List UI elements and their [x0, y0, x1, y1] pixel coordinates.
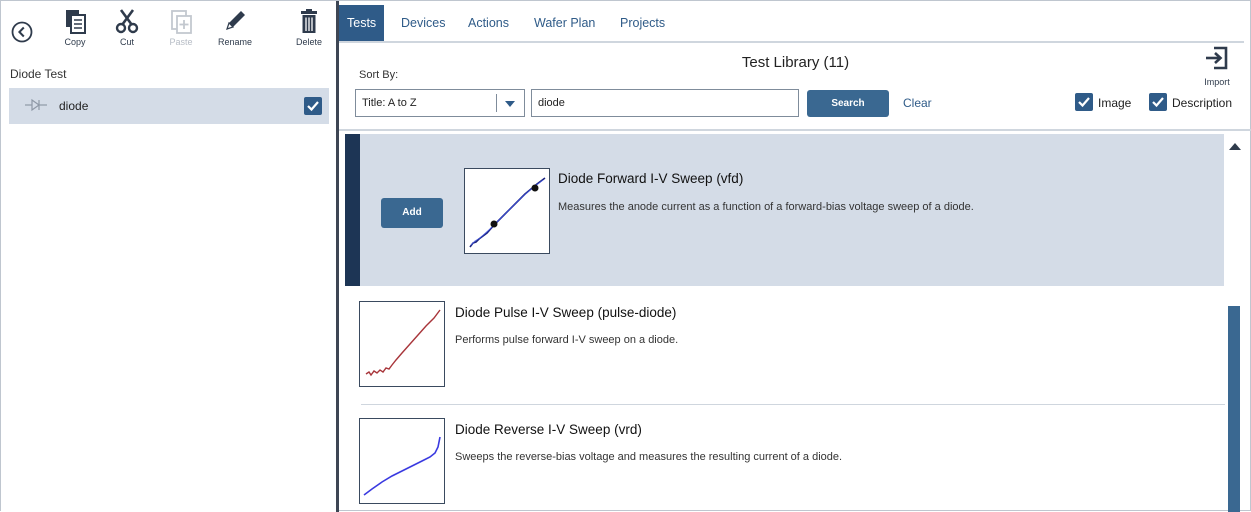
description-checkbox-label: Description: [1172, 96, 1233, 110]
trash-icon: [301, 9, 317, 33]
checkmark-icon: [1152, 97, 1164, 108]
tab-tests[interactable]: Tests: [339, 5, 385, 41]
import-label: Import: [1204, 77, 1230, 87]
result-row-pulse-diode[interactable]: Diode Pulse I-V Sweep (pulse-diode) Perf…: [359, 297, 1223, 405]
scissors-icon: [115, 9, 139, 34]
thumbnail-vrd: [359, 418, 445, 504]
delete-label: Delete: [295, 37, 322, 47]
project-title: Diode Test: [10, 67, 67, 81]
library-title: Test Library (11): [741, 54, 850, 71]
result-title: Diode Forward I-V Sweep (vfd): [558, 171, 744, 186]
image-checkbox-label: Image: [1098, 96, 1132, 110]
tree-item-checkbox[interactable]: [304, 97, 322, 115]
sort-value: Title: A to Z: [362, 97, 417, 109]
checkmark-icon: [1078, 97, 1090, 108]
result-title: Diode Reverse I-V Sweep (vrd): [455, 422, 642, 437]
image-checkbox[interactable]: [1075, 93, 1093, 111]
add-button[interactable]: Add: [381, 198, 443, 228]
right-panel: Tests Devices Actions Wafer Plan Project…: [339, 1, 1251, 512]
tree-item-diode[interactable]: diode: [9, 88, 329, 124]
result-description: Sweeps the reverse-bias voltage and meas…: [455, 451, 843, 463]
left-panel: Copy Cut Paste Rename Delete Diode Test …: [1, 1, 337, 512]
tab-wafer-plan[interactable]: Wafer Plan: [534, 5, 595, 41]
rename-label: Rename: [217, 37, 253, 47]
import-button[interactable]: Import: [1197, 45, 1237, 87]
result-description: Performs pulse forward I-V sweep on a di…: [455, 334, 679, 346]
search-button[interactable]: Search: [807, 90, 889, 117]
paste-icon: [171, 10, 192, 34]
thumbnail-vfd: [464, 168, 550, 254]
clear-link[interactable]: Clear: [903, 96, 932, 110]
tree-item-label: diode: [59, 99, 89, 113]
copy-icon: [66, 10, 86, 34]
result-row-vrd[interactable]: Diode Reverse I-V Sweep (vrd) Sweeps the…: [359, 414, 1223, 512]
triangle-up-icon[interactable]: [1228, 141, 1242, 151]
tab-actions[interactable]: Actions: [468, 5, 509, 41]
pencil-icon: [226, 11, 245, 30]
delete-button[interactable]: Delete: [287, 7, 331, 57]
chevron-down-icon: [505, 101, 515, 107]
sort-by-label: Sort By:: [359, 69, 399, 81]
import-icon: [1206, 46, 1228, 70]
reverse-iv-plot: [363, 436, 441, 496]
row-divider: [361, 404, 1225, 405]
back-button[interactable]: [11, 21, 33, 43]
dropdown-separator: [496, 94, 497, 112]
rename-button[interactable]: Rename: [213, 7, 257, 57]
tab-projects[interactable]: Projects: [620, 5, 665, 41]
copy-label: Copy: [64, 37, 86, 47]
app-window: Copy Cut Paste Rename Delete Diode Test …: [0, 0, 1251, 512]
paste-button[interactable]: Paste: [159, 7, 203, 57]
copy-button[interactable]: Copy: [53, 7, 97, 57]
search-input[interactable]: [531, 89, 799, 117]
test-results-list: Add Diode Forward I-V Sweep (vfd) Measur…: [339, 131, 1251, 512]
cut-label: Cut: [119, 37, 134, 47]
forward-iv-plot: [469, 177, 546, 248]
chevron-left-circle-icon: [11, 21, 33, 43]
scrollbar-thumb[interactable]: [1228, 306, 1240, 512]
cut-button[interactable]: Cut: [105, 7, 149, 57]
toolbar: Copy Cut Paste Rename Delete: [1, 1, 337, 61]
result-row-vfd[interactable]: Add Diode Forward I-V Sweep (vfd) Measur…: [345, 134, 1224, 286]
tab-devices[interactable]: Devices: [401, 5, 445, 41]
result-title: Diode Pulse I-V Sweep (pulse-diode): [455, 305, 677, 320]
selection-indicator: [345, 134, 360, 286]
paste-label: Paste: [169, 37, 193, 47]
diode-icon: [25, 98, 47, 112]
pulse-iv-plot: [365, 309, 441, 377]
checkmark-icon: [307, 101, 319, 112]
sort-dropdown[interactable]: Title: A to Z: [355, 89, 525, 117]
result-description: Measures the anode current as a function…: [558, 201, 974, 213]
description-checkbox[interactable]: [1149, 93, 1167, 111]
tab-bar: Tests Devices Actions Wafer Plan Project…: [339, 5, 1244, 43]
thumbnail-pulse-diode: [359, 301, 445, 387]
